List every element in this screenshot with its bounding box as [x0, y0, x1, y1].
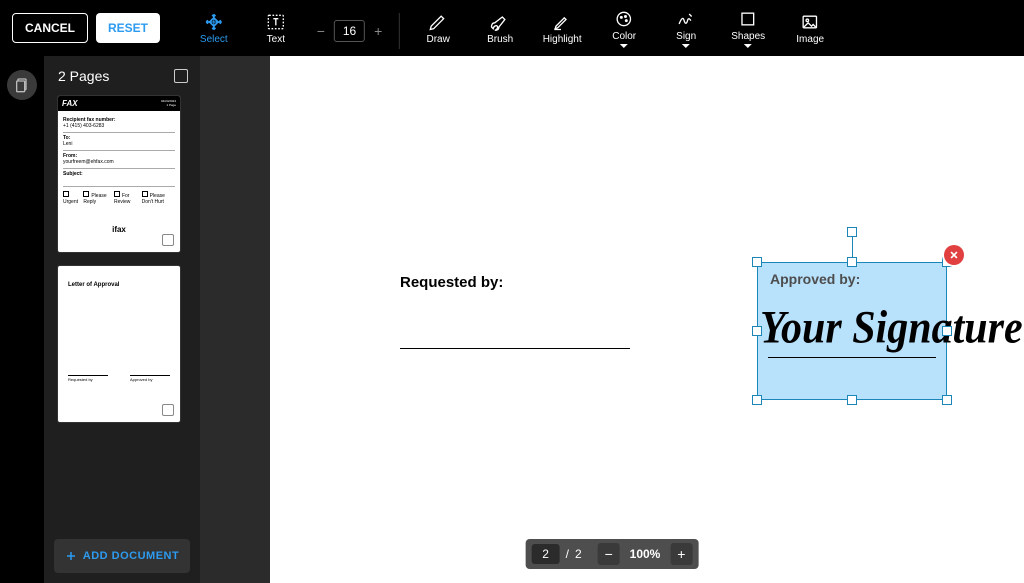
- tool-shapes-label: Shapes: [731, 31, 765, 42]
- signature-underline: [768, 357, 936, 358]
- approved-by-label: Approved by:: [770, 271, 860, 287]
- tool-draw-label: Draw: [427, 34, 450, 45]
- toolbar-separator: [399, 13, 400, 49]
- sidebar-header: 2 Pages: [44, 56, 200, 90]
- chevron-down-icon: [744, 42, 752, 48]
- toolbar-center-group: Select Text − 16 + Draw Brush: [190, 0, 834, 56]
- page-slash: /: [566, 547, 569, 561]
- chevron-down-icon: [682, 42, 690, 48]
- total-pages: 2: [575, 547, 582, 561]
- document-page[interactable]: Requested by: Approved by: Your Signatur…: [270, 56, 1024, 583]
- thumb1-fax-title: FAX: [62, 99, 78, 108]
- requested-by-label: Requested by:: [400, 274, 503, 291]
- chevron-down-icon: [620, 42, 628, 48]
- signature-text: Your Signature: [760, 305, 944, 351]
- cancel-button[interactable]: CANCEL: [12, 13, 88, 43]
- zoom-out-button[interactable]: −: [598, 543, 620, 565]
- tool-sign[interactable]: Sign: [662, 6, 710, 50]
- thumb1-select-checkbox[interactable]: [162, 234, 174, 246]
- page-navigator: / 2 − 100% +: [526, 539, 699, 569]
- resize-handle-b[interactable]: [847, 395, 857, 405]
- toolbar-left-group: CANCEL RESET: [12, 13, 160, 43]
- thumb2-select-checkbox[interactable]: [162, 404, 174, 416]
- current-page-input[interactable]: [532, 544, 560, 564]
- zoom-value: 100%: [624, 547, 667, 561]
- tool-highlight[interactable]: Highlight: [538, 6, 586, 50]
- tool-brush-label: Brush: [487, 34, 513, 45]
- tool-text[interactable]: Text: [252, 6, 300, 50]
- tool-image-label: Image: [796, 34, 824, 45]
- pages-rail-button[interactable]: [7, 70, 37, 100]
- font-size-increase[interactable]: +: [371, 23, 385, 39]
- page-thumbnails: FAX 04/24/2024 1 Page Recipient fax numb…: [44, 90, 200, 529]
- page-thumbnail-1[interactable]: FAX 04/24/2024 1 Page Recipient fax numb…: [58, 96, 180, 252]
- thumb1-brand: ifax: [58, 225, 180, 234]
- tool-text-label: Text: [267, 34, 285, 45]
- rotate-stem: [852, 237, 853, 257]
- resize-handle-br[interactable]: [942, 395, 952, 405]
- thumb2-title: Letter of Approval: [68, 282, 170, 288]
- add-document-label: ADD DOCUMENT: [83, 550, 179, 562]
- resize-handle-tl[interactable]: [752, 257, 762, 267]
- font-size-decrease[interactable]: −: [314, 23, 328, 39]
- tool-highlight-label: Highlight: [543, 34, 582, 45]
- tool-brush[interactable]: Brush: [476, 6, 524, 50]
- reset-button[interactable]: RESET: [96, 13, 160, 43]
- resize-handle-l[interactable]: [752, 326, 762, 336]
- tool-shapes[interactable]: Shapes: [724, 6, 772, 50]
- resize-handle-t[interactable]: [847, 257, 857, 267]
- pages-count: 2 Pages: [58, 68, 109, 84]
- tool-image[interactable]: Image: [786, 6, 834, 50]
- resize-handle-r[interactable]: [942, 326, 952, 336]
- select-all-checkbox[interactable]: [174, 69, 188, 83]
- tool-draw[interactable]: Draw: [414, 6, 462, 50]
- tool-select[interactable]: Select: [190, 6, 238, 50]
- tool-sign-label: Sign: [676, 31, 696, 42]
- add-document-button[interactable]: ADD DOCUMENT: [54, 539, 190, 573]
- font-size-control: − 16 +: [314, 9, 385, 53]
- rotate-handle[interactable]: [847, 227, 857, 237]
- delete-selection-button[interactable]: [944, 245, 964, 265]
- signature-selection-box[interactable]: Approved by: Your Signature: [757, 262, 947, 400]
- requested-by-line: [400, 348, 630, 349]
- left-rail: [0, 56, 44, 583]
- resize-handle-bl[interactable]: [752, 395, 762, 405]
- zoom-in-button[interactable]: +: [670, 543, 692, 565]
- editor-canvas: Requested by: Approved by: Your Signatur…: [200, 56, 1024, 583]
- tool-color[interactable]: Color: [600, 6, 648, 50]
- font-size-value[interactable]: 16: [334, 20, 365, 42]
- page-thumbnail-2[interactable]: Letter of Approval Requested by Approved…: [58, 266, 180, 422]
- editor-toolbar: CANCEL RESET Select Text − 16 +: [0, 0, 1024, 56]
- tool-select-label: Select: [200, 34, 228, 45]
- tool-color-label: Color: [612, 31, 636, 42]
- pages-sidebar: 2 Pages FAX 04/24/2024 1 Page Recipient …: [44, 56, 200, 583]
